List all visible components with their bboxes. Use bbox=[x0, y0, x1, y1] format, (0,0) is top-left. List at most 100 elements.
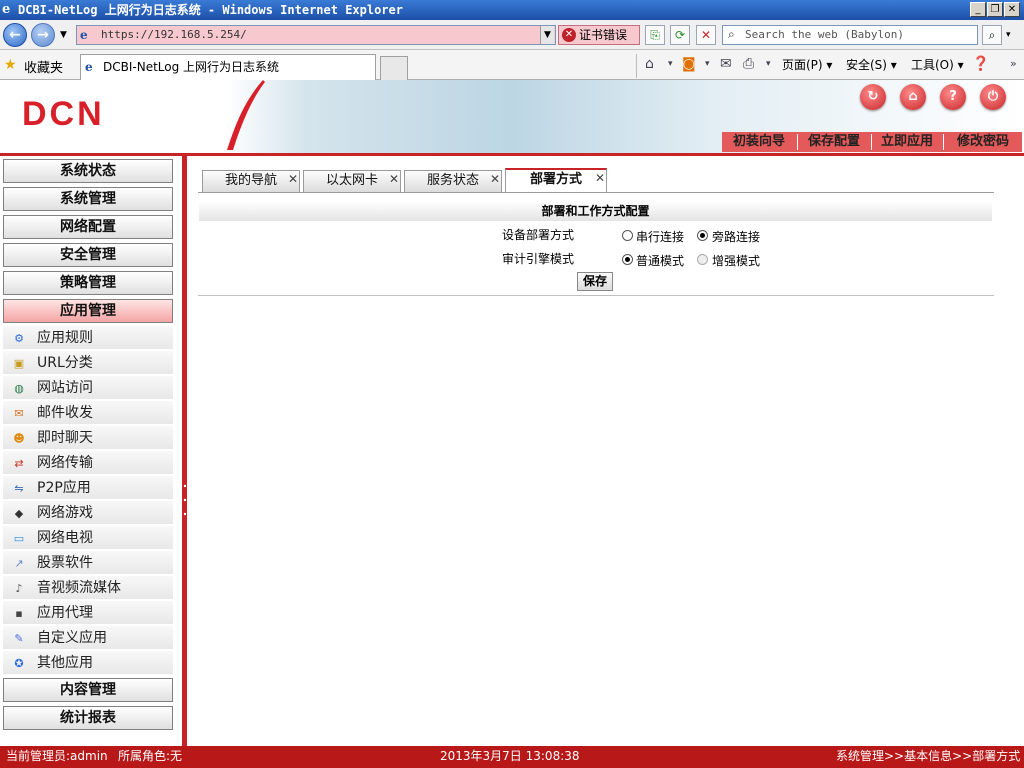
status-admin: 当前管理员:admin bbox=[6, 749, 108, 763]
maximize-button[interactable]: ❐ bbox=[987, 2, 1003, 17]
help-app-icon[interactable]: ? bbox=[940, 84, 966, 110]
safety-menu[interactable]: 安全(S) ▾ bbox=[846, 57, 897, 73]
tab-service-status[interactable]: 服务状态 bbox=[404, 170, 502, 192]
sidebar-cat-reports[interactable]: 统计报表 bbox=[3, 706, 173, 730]
url-text: https://192.168.5.254/ bbox=[101, 28, 247, 41]
refresh-app-icon[interactable]: ↻ bbox=[860, 84, 886, 110]
logo-swoosh bbox=[227, 80, 265, 150]
safety-menu-label: 安全(S) bbox=[846, 58, 887, 72]
sidebar-item-streaming-media[interactable]: 音视频流媒体 bbox=[3, 576, 173, 600]
sidebar-cat-network-config[interactable]: 网络配置 bbox=[3, 215, 173, 239]
radio-enhanced-mode[interactable] bbox=[697, 254, 708, 265]
save-button[interactable]: 保存 bbox=[577, 272, 613, 291]
sidebar-cat-security[interactable]: 安全管理 bbox=[3, 243, 173, 267]
page-menu[interactable]: 页面(P) ▾ bbox=[782, 57, 832, 73]
close-window-button[interactable]: ✕ bbox=[1004, 2, 1020, 17]
radio-normal-mode[interactable] bbox=[622, 254, 633, 265]
topnav-initial-wizard[interactable]: 初装向导 bbox=[722, 132, 796, 152]
mail-icon[interactable]: ✉ bbox=[720, 56, 732, 72]
transfer-icon: ⇄ bbox=[14, 457, 24, 470]
close-icon[interactable]: ✕ bbox=[595, 171, 605, 185]
star-icon[interactable]: ★ bbox=[4, 57, 17, 73]
search-input[interactable]: Search the web (Babylon) bbox=[722, 25, 978, 45]
close-icon[interactable]: ✕ bbox=[288, 172, 298, 186]
print-icon[interactable]: ⎙ bbox=[743, 56, 754, 72]
tab-ethernet[interactable]: 以太网卡 bbox=[303, 170, 401, 192]
sidebar-item-stock-software[interactable]: 股票软件 bbox=[3, 551, 173, 575]
other-icon: ✪ bbox=[14, 657, 24, 670]
home-app-icon[interactable]: ⌂ bbox=[900, 84, 926, 110]
media-icon: ♪ bbox=[15, 582, 23, 595]
compatibility-icon[interactable]: ⎘ bbox=[645, 25, 665, 45]
back-button[interactable]: ← bbox=[3, 23, 27, 47]
sidebar-item-app-rules[interactable]: 应用规则 bbox=[3, 326, 173, 350]
refresh-icon[interactable]: ⟳ bbox=[670, 25, 690, 45]
dcn-logo: DCN bbox=[22, 95, 105, 133]
sidebar-item-label: 音视频流媒体 bbox=[37, 580, 121, 596]
toolbar-divider bbox=[636, 54, 637, 78]
form-divider bbox=[198, 295, 994, 296]
mail-icon: ✉ bbox=[14, 407, 24, 420]
history-dropdown-icon[interactable]: ▼ bbox=[60, 30, 67, 40]
ie-icon: e bbox=[2, 2, 11, 17]
sidebar-cat-application[interactable]: 应用管理 bbox=[3, 299, 173, 323]
section-header: 部署和工作方式配置 bbox=[199, 201, 992, 221]
splitter-handle[interactable] bbox=[183, 482, 187, 522]
sidebar-item-web-access[interactable]: 网站访问 bbox=[3, 376, 173, 400]
tab-my-navigation[interactable]: 我的导航 bbox=[202, 170, 300, 192]
sidebar-item-label: 网络传输 bbox=[37, 455, 93, 471]
sidebar-cat-system-status[interactable]: 系统状态 bbox=[3, 159, 173, 183]
sidebar-item-instant-chat[interactable]: 即时聊天 bbox=[3, 426, 173, 450]
close-icon[interactable]: ✕ bbox=[389, 172, 399, 186]
browser-tab-active[interactable]: DCBI-NetLog 上网行为日志系统 bbox=[80, 54, 376, 80]
address-input[interactable]: https://192.168.5.254/ bbox=[76, 25, 556, 45]
chevron-right-icon[interactable]: » bbox=[1010, 56, 1017, 72]
tools-menu[interactable]: 工具(O) ▾ bbox=[911, 57, 964, 73]
sidebar-item-p2p[interactable]: P2P应用 bbox=[3, 476, 173, 500]
page-menu-label: 页面(P) bbox=[782, 58, 823, 72]
sidebar-item-label: 即时聊天 bbox=[37, 430, 93, 446]
sidebar-item-network-tv[interactable]: 网络电视 bbox=[3, 526, 173, 550]
sidebar-item-app-proxy[interactable]: 应用代理 bbox=[3, 601, 173, 625]
sidebar-item-network-transfer[interactable]: 网络传输 bbox=[3, 451, 173, 475]
stop-icon[interactable]: ✕ bbox=[696, 25, 716, 45]
sidebar-cat-content[interactable]: 内容管理 bbox=[3, 678, 173, 702]
topnav-change-password[interactable]: 修改密码 bbox=[944, 132, 1022, 152]
favorites-button[interactable]: 收藏夹 bbox=[24, 57, 63, 76]
tools-menu-label: 工具(O) bbox=[911, 58, 954, 72]
search-options-icon[interactable]: ▾ bbox=[1006, 30, 1011, 40]
minimize-button[interactable]: _ bbox=[970, 2, 986, 17]
p2p-icon: ⇋ bbox=[14, 482, 24, 495]
radio-bypass[interactable] bbox=[697, 230, 708, 241]
certificate-error-label: 证书错误 bbox=[579, 28, 628, 42]
rss-icon[interactable]: ◙ bbox=[682, 56, 696, 72]
sidebar-item-label: 自定义应用 bbox=[37, 630, 107, 646]
sidebar-cat-policy[interactable]: 策略管理 bbox=[3, 271, 173, 295]
logout-app-icon[interactable]: ⏻ bbox=[980, 84, 1006, 110]
home-icon[interactable]: ⌂ bbox=[645, 56, 654, 72]
sidebar-item-other-app[interactable]: 其他应用 bbox=[3, 651, 173, 675]
address-dropdown-icon[interactable]: ▼ bbox=[540, 26, 554, 44]
radio-enhanced-label: 增强模式 bbox=[712, 254, 761, 268]
home-dropdown-icon[interactable]: ▾ bbox=[668, 56, 673, 72]
radio-serial[interactable] bbox=[622, 230, 633, 241]
topnav-apply-now[interactable]: 立即应用 bbox=[872, 132, 942, 152]
help-icon[interactable]: ❓ bbox=[972, 56, 989, 72]
rss-dropdown-icon[interactable]: ▾ bbox=[705, 56, 710, 72]
sidebar-cat-system-management[interactable]: 系统管理 bbox=[3, 187, 173, 211]
print-dropdown-icon[interactable]: ▾ bbox=[766, 56, 771, 72]
search-go-button[interactable]: ⌕ bbox=[982, 25, 1002, 45]
close-icon[interactable]: ✕ bbox=[490, 172, 500, 186]
sidebar-item-online-games[interactable]: 网络游戏 bbox=[3, 501, 173, 525]
tab-label: 我的导航 bbox=[224, 173, 277, 188]
browser-tab-title: DCBI-NetLog 上网行为日志系统 bbox=[103, 60, 280, 74]
sidebar-item-label: URL分类 bbox=[37, 355, 93, 371]
forward-button[interactable]: → bbox=[31, 23, 55, 47]
radio-bypass-label: 旁路连接 bbox=[712, 230, 761, 244]
topnav-save-config[interactable]: 保存配置 bbox=[798, 132, 870, 152]
sidebar-item-email[interactable]: 邮件收发 bbox=[3, 401, 173, 425]
new-tab-button[interactable] bbox=[380, 56, 408, 80]
tab-deployment[interactable]: 部署方式 bbox=[505, 168, 607, 193]
sidebar-item-custom-app[interactable]: 自定义应用 bbox=[3, 626, 173, 650]
sidebar-item-url-category[interactable]: URL分类 bbox=[3, 351, 173, 375]
